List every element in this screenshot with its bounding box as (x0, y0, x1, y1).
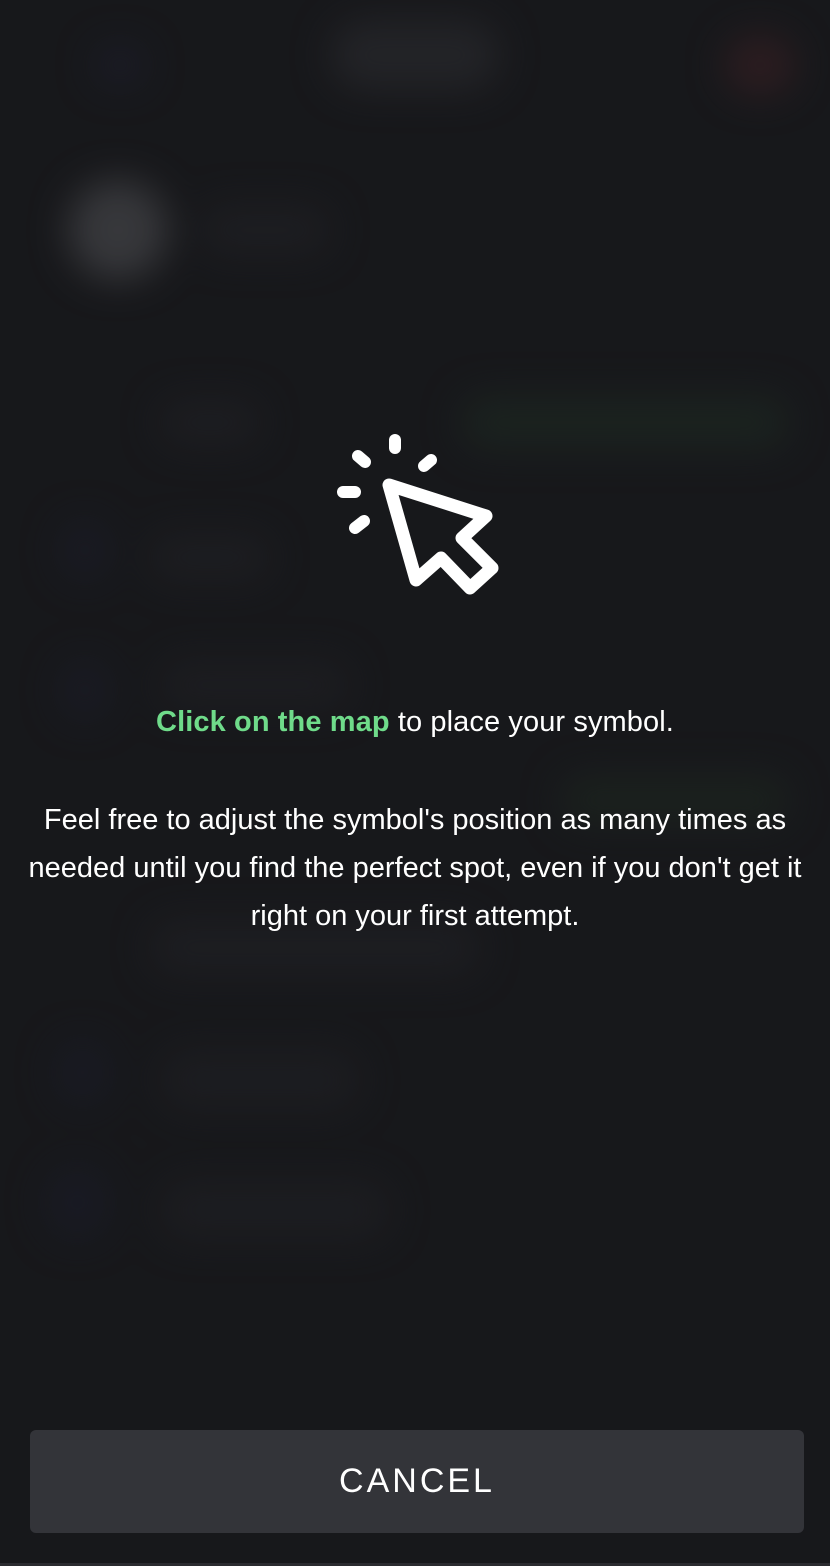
cancel-button[interactable]: CANCEL (30, 1430, 804, 1533)
place-symbol-screen: Click on the map to place your symbol. F… (0, 0, 830, 1566)
click-pointer-icon (337, 434, 499, 595)
hint-text: Feel free to adjust the symbol's positio… (28, 804, 802, 932)
instruction-text: Click on the map to place your symbol. (20, 700, 810, 744)
instruction-highlight: Click on the map (156, 706, 390, 738)
instruction-rest: to place your symbol. (389, 706, 674, 738)
instruction-panel: Click on the map to place your symbol. F… (0, 0, 830, 1566)
